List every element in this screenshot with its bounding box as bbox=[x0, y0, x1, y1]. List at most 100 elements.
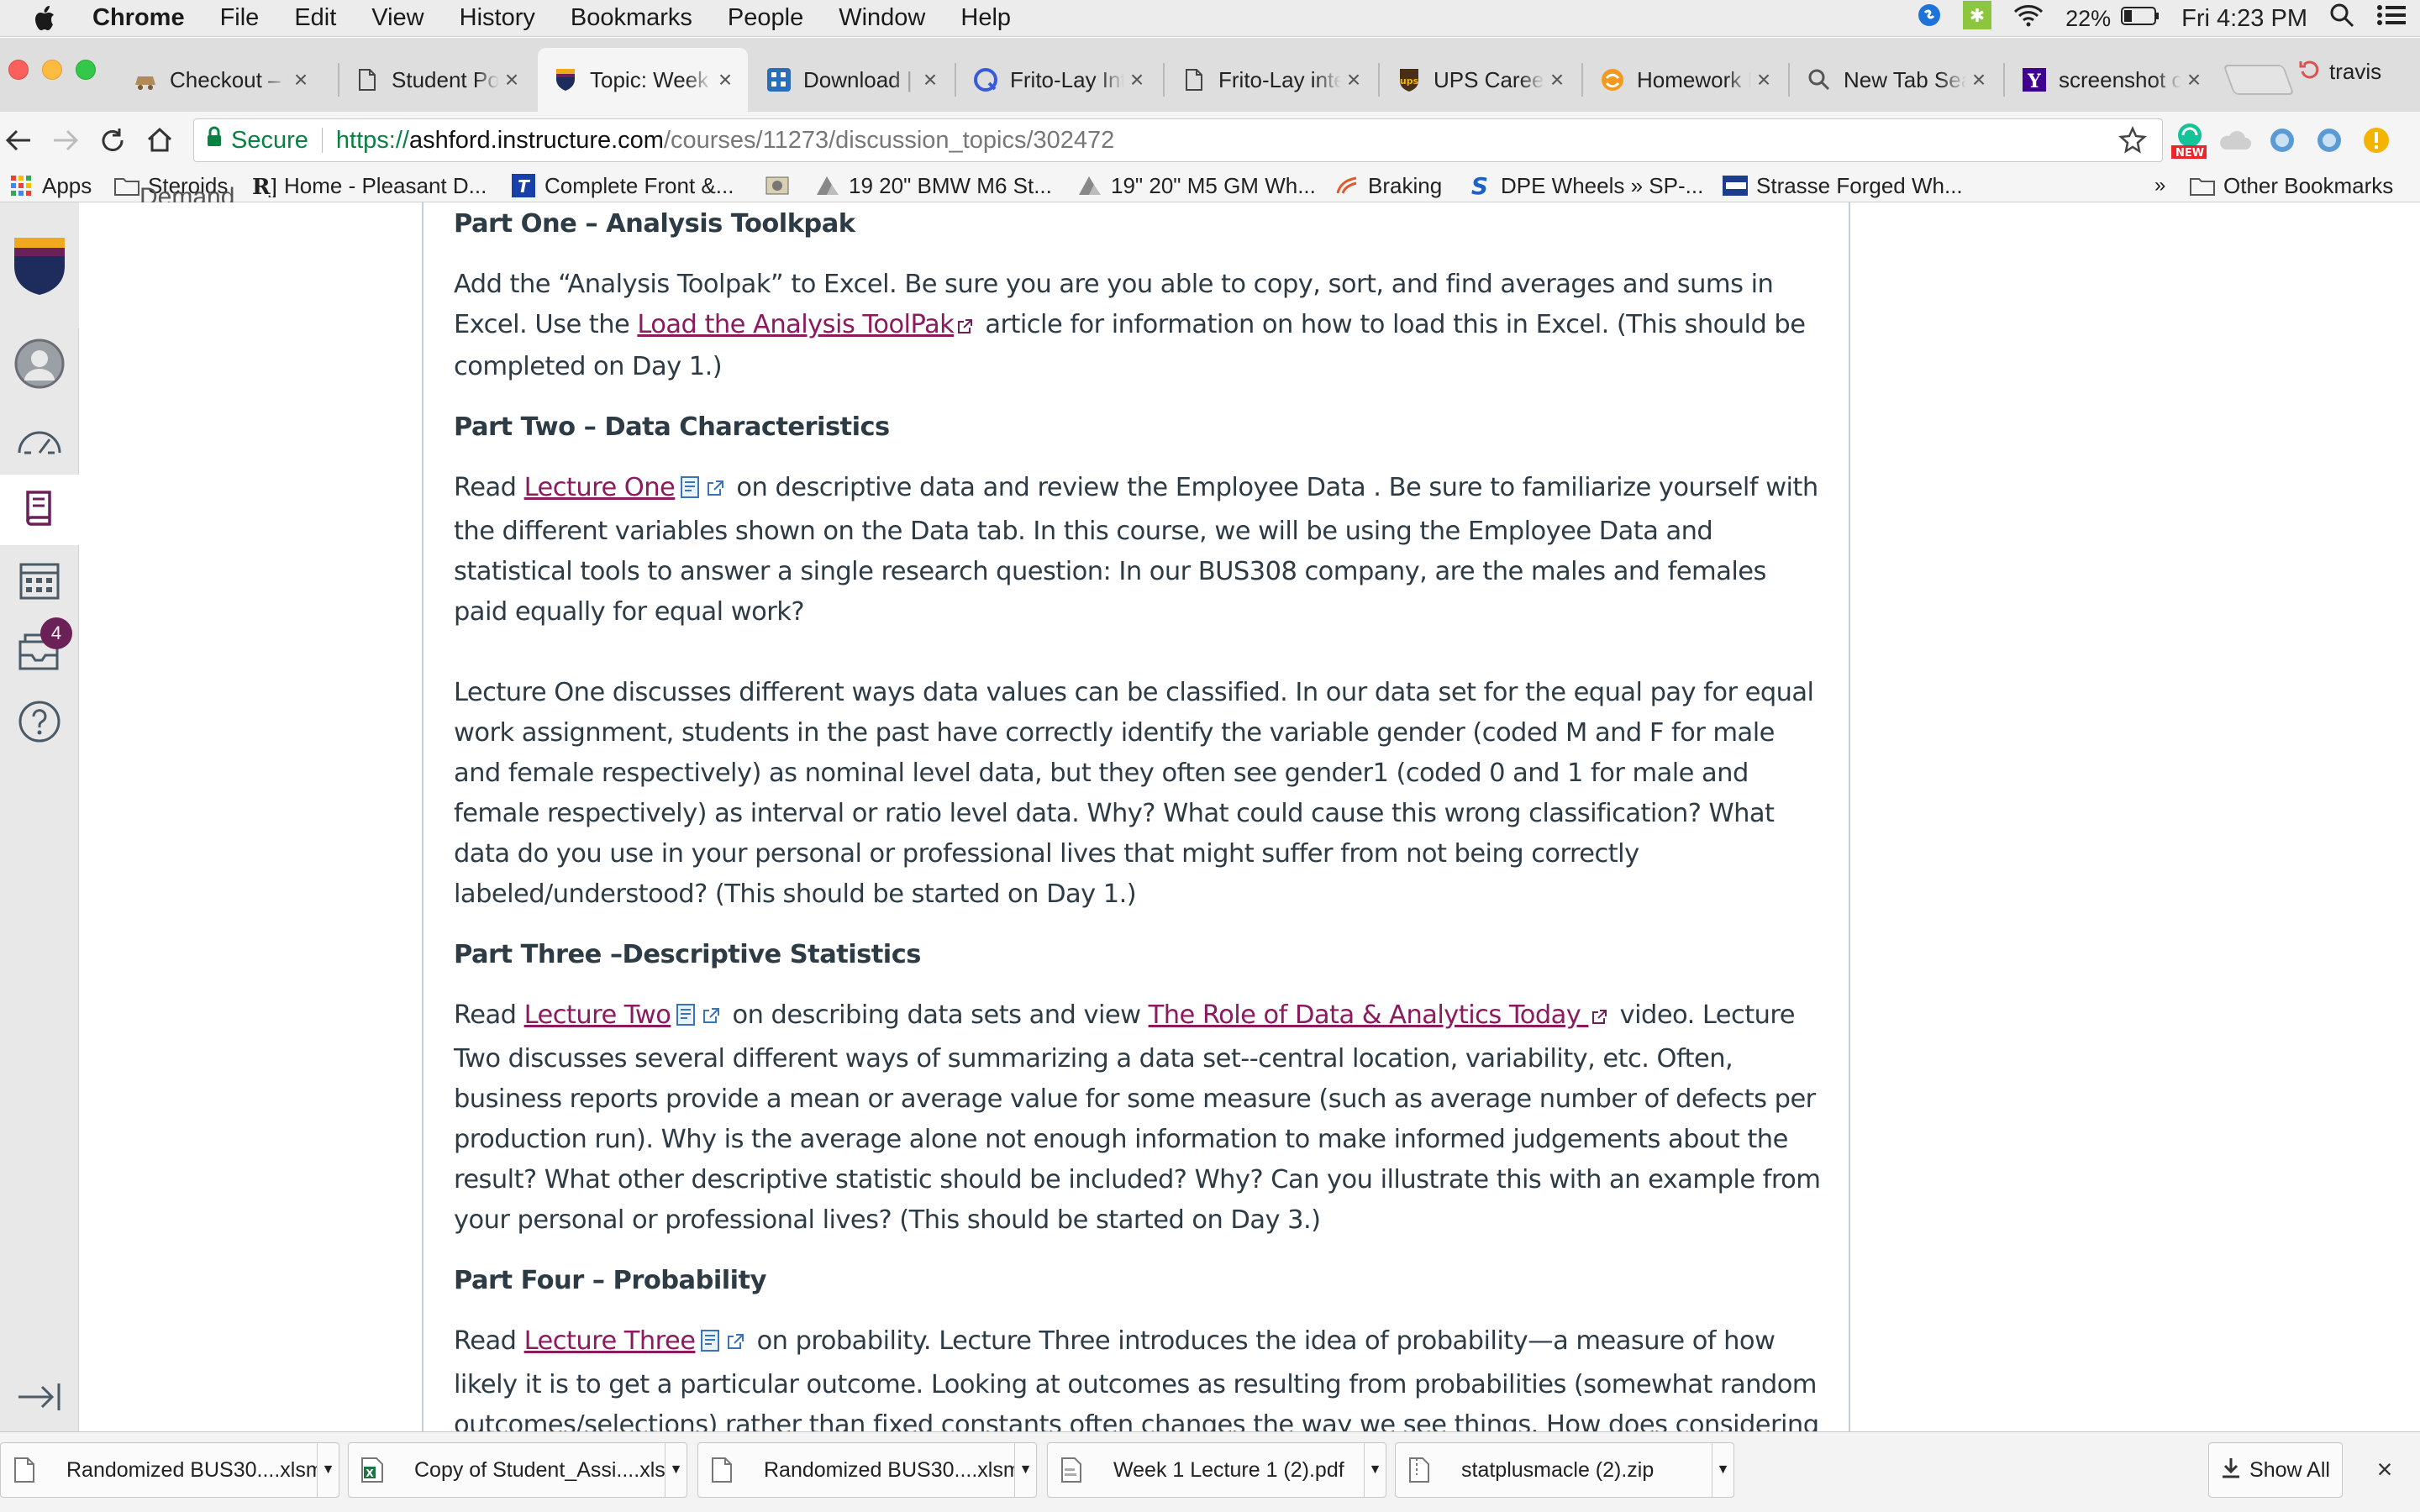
shazam-icon[interactable] bbox=[1918, 3, 1941, 34]
file-preview-icon[interactable] bbox=[700, 1325, 723, 1365]
extension-grammarly-new-icon[interactable]: NEW bbox=[2170, 122, 2207, 160]
lecture-two-link[interactable]: Lecture Two bbox=[524, 1000, 671, 1030]
download-item[interactable]: X Copy of Student_Assi....xlsx ▼ bbox=[348, 1442, 687, 1498]
part-three-text-a: Read bbox=[454, 1000, 524, 1030]
bookmark-complete-front[interactable]: T Complete Front &... bbox=[511, 169, 734, 202]
window-zoom-button[interactable] bbox=[76, 60, 96, 80]
download-menu-button[interactable]: ▼ bbox=[665, 1442, 687, 1498]
address-bar[interactable]: Secure https://ashford.instructure.com/c… bbox=[193, 118, 2163, 162]
tab-frito-lay-2[interactable]: Frito-Lay international × bbox=[1166, 48, 1376, 112]
download-item[interactable]: Randomized BUS30....xlsm ▼ bbox=[0, 1442, 339, 1498]
braking-logo-icon bbox=[1334, 173, 1360, 198]
load-analysis-toolpak-link[interactable]: Load the Analysis ToolPak bbox=[637, 310, 954, 339]
menu-help[interactable]: Help bbox=[960, 4, 1011, 32]
nav-inbox[interactable]: 4 bbox=[0, 616, 79, 686]
lock-icon[interactable] bbox=[206, 126, 223, 155]
download-item[interactable]: statplusmacle (2).zip ▼ bbox=[1395, 1442, 1734, 1498]
forward-button[interactable] bbox=[49, 123, 82, 157]
menu-people[interactable]: People bbox=[728, 4, 803, 32]
tab-download[interactable]: Download | Ashford × bbox=[751, 48, 953, 112]
download-menu-button[interactable]: ▼ bbox=[1364, 1442, 1386, 1498]
window-close-button[interactable] bbox=[8, 60, 29, 80]
close-icon[interactable]: × bbox=[1124, 66, 1150, 93]
menu-bookmarks[interactable]: Bookmarks bbox=[571, 4, 692, 32]
tab-separator bbox=[1581, 63, 1583, 97]
nav-calendar[interactable] bbox=[0, 545, 79, 616]
menu-edit[interactable]: Edit bbox=[294, 4, 336, 32]
bookmark-other-bookmarks[interactable]: Other Bookmarks bbox=[2190, 169, 2393, 202]
new-tab-button[interactable] bbox=[2223, 65, 2295, 95]
menu-file[interactable]: File bbox=[220, 4, 260, 32]
file-preview-icon[interactable] bbox=[676, 999, 699, 1039]
close-icon[interactable]: × bbox=[1341, 66, 1366, 93]
tab-topic-week[interactable]: Topic: Week 1 × bbox=[538, 48, 748, 112]
bookmark-wheel-site[interactable] bbox=[765, 169, 798, 202]
close-icon[interactable]: × bbox=[1751, 66, 1776, 93]
bookmarks-overflow-button[interactable]: » bbox=[2154, 169, 2165, 202]
bookmark-braking[interactable]: Braking bbox=[1334, 169, 1442, 202]
bookmark-m5-gm[interactable]: 19" 20" M5 GM Wh... bbox=[1077, 169, 1316, 202]
nav-dashboard[interactable] bbox=[0, 404, 79, 475]
menu-history[interactable]: History bbox=[460, 4, 535, 32]
tab-screenshot-on-mac[interactable]: Y screenshot on mac × bbox=[2007, 48, 2217, 112]
tab-student-portal[interactable]: Student Portal × bbox=[339, 48, 534, 112]
bookmark-strasse-forged[interactable]: Strasse Forged Wh... bbox=[1723, 169, 1963, 202]
download-menu-button[interactable]: ▼ bbox=[1712, 1442, 1733, 1498]
tab-homework-market[interactable]: Homework Market × bbox=[1585, 48, 1786, 112]
close-icon[interactable]: × bbox=[1544, 66, 1570, 93]
tab-checkout[interactable]: Checkout – ⁠Checkout – Gift × bbox=[118, 48, 324, 112]
secure-label[interactable]: Secure bbox=[231, 127, 308, 155]
tab-frito-lay-1[interactable]: Frito-Lay International × bbox=[958, 48, 1160, 112]
back-button[interactable] bbox=[2, 123, 35, 157]
notification-center-icon[interactable] bbox=[2376, 3, 2407, 34]
bookmark-label: Apps bbox=[42, 172, 92, 198]
bookmark-apps[interactable]: Apps bbox=[8, 169, 92, 202]
apple-menu-icon[interactable] bbox=[32, 5, 71, 32]
browser-toolbar: Secure https://ashford.instructure.com/c… bbox=[0, 112, 2420, 169]
window-minimize-button[interactable] bbox=[42, 60, 62, 80]
role-of-data-analytics-link[interactable]: The Role of Data & Analytics Today bbox=[1149, 1000, 1589, 1030]
download-menu-button[interactable]: ▼ bbox=[1014, 1442, 1036, 1498]
extension-blue-2-icon[interactable] bbox=[2311, 122, 2348, 159]
close-icon[interactable]: × bbox=[2181, 66, 2207, 93]
close-icon[interactable]: × bbox=[288, 66, 313, 93]
nav-account[interactable] bbox=[0, 328, 79, 399]
profile-button[interactable]: travis bbox=[2299, 58, 2381, 86]
download-item[interactable]: Week 1 Lecture 1 (2).pdf ▼ bbox=[1047, 1442, 1386, 1498]
download-menu-button[interactable]: ▼ bbox=[317, 1442, 339, 1498]
bookmark-home-pleasant[interactable]: RJ Home - Pleasant D... bbox=[250, 169, 487, 202]
close-icon[interactable]: × bbox=[918, 66, 943, 93]
bookmark-star-icon[interactable] bbox=[2118, 125, 2147, 161]
show-all-downloads-button[interactable]: Show All bbox=[2208, 1442, 2343, 1498]
bookmark-bmw-m6[interactable]: 19 20" BMW M6 St... bbox=[815, 169, 1052, 202]
bookmark-dpe-wheels[interactable]: S DPE Wheels » SP-... bbox=[1467, 169, 1703, 202]
chrome-menu-warning-icon[interactable] bbox=[2358, 122, 2395, 159]
nav-courses[interactable] bbox=[0, 475, 79, 545]
close-icon[interactable]: × bbox=[499, 66, 524, 93]
close-icon[interactable]: × bbox=[713, 66, 738, 93]
lecture-one-link[interactable]: Lecture One bbox=[524, 473, 676, 502]
close-download-shelf-button[interactable]: × bbox=[2368, 1452, 2402, 1486]
home-button[interactable] bbox=[143, 123, 176, 157]
folder-icon bbox=[2190, 173, 2215, 198]
battery-icon[interactable] bbox=[2121, 5, 2160, 33]
close-icon[interactable]: × bbox=[1966, 66, 1991, 93]
extension-star-icon[interactable]: ✱ bbox=[1963, 1, 1992, 36]
lecture-three-link[interactable]: Lecture Three bbox=[524, 1326, 696, 1356]
extension-cloud-icon[interactable] bbox=[2217, 122, 2254, 159]
file-preview-icon[interactable] bbox=[680, 471, 703, 512]
wifi-icon[interactable] bbox=[2013, 3, 2044, 34]
nav-help[interactable] bbox=[0, 686, 79, 757]
ashford-logo[interactable] bbox=[0, 202, 79, 328]
download-item[interactable]: Randomized BUS30....xlsm ▼ bbox=[697, 1442, 1037, 1498]
tab-ups-careers[interactable]: ups UPS Careers Search × bbox=[1381, 48, 1580, 112]
spotlight-search-icon[interactable] bbox=[2329, 3, 2354, 34]
tab-new-tab-search[interactable]: New Tab Search × bbox=[1791, 48, 2002, 112]
clock[interactable]: Fri 4:23 PM bbox=[2181, 5, 2307, 33]
menu-chrome[interactable]: Chrome bbox=[92, 4, 185, 32]
menu-view[interactable]: View bbox=[371, 4, 424, 32]
nav-collapse-button[interactable] bbox=[0, 1362, 79, 1432]
reload-button[interactable] bbox=[96, 123, 129, 157]
menu-window[interactable]: Window bbox=[839, 4, 925, 32]
extension-blue-1-icon[interactable] bbox=[2264, 122, 2301, 159]
